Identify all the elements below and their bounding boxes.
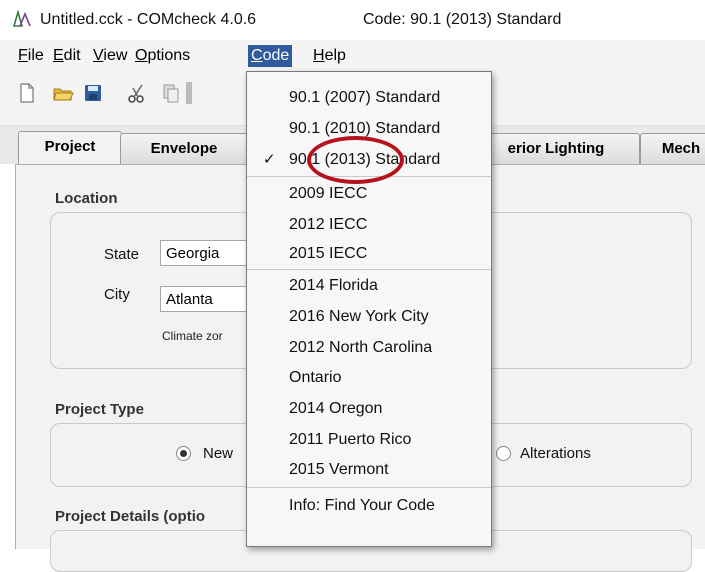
code-menu-item-label: 2015 Vermont — [289, 461, 389, 478]
code-menu-item-label: 2011 Puerto Rico — [289, 431, 412, 448]
code-menu-item-label: 2015 IECC — [289, 245, 368, 262]
title-bar: Untitled.cck - COMcheck 4.0.6 Code: 90.1… — [0, 0, 705, 40]
menu-code[interactable]: Code — [248, 45, 293, 67]
code-menu-item-2014-florida[interactable]: 2014 Florida — [247, 270, 491, 301]
tab-envelope[interactable]: Envelope — [120, 133, 248, 164]
code-menu-item-2011-puerto-rico[interactable]: 2011 Puerto Rico — [247, 424, 491, 455]
project-type-new-radio[interactable] — [176, 446, 191, 461]
tab-project[interactable]: Project — [18, 131, 122, 164]
menu-bar: File Edit View Options Code Help — [0, 40, 705, 70]
code-menu-item-label: 2016 New York City — [289, 308, 429, 325]
menu-view[interactable]: View — [90, 45, 130, 67]
project-type-alterations-label: Alterations — [520, 445, 591, 462]
open-folder-icon[interactable] — [52, 82, 74, 104]
city-value: Atlanta — [166, 291, 213, 308]
menu-help[interactable]: Help — [310, 45, 349, 67]
window-title: Untitled.cck - COMcheck 4.0.6 — [40, 11, 257, 28]
code-menu-item-label: 2012 IECC — [289, 216, 368, 233]
checkmark-icon: ✓ — [263, 151, 276, 168]
code-menu-item-label: Info: Find Your Code — [289, 497, 435, 514]
code-menu-item-label: 90.1 (2007) Standard — [289, 89, 441, 106]
state-label: State — [104, 246, 140, 263]
city-select[interactable]: Atlanta — [160, 286, 250, 312]
code-status: Code: 90.1 (2013) Standard — [363, 11, 562, 28]
code-menu-item-label: 2014 Florida — [289, 277, 378, 294]
code-menu-item-2014-oregon[interactable]: 2014 Oregon — [247, 393, 491, 424]
menu-separator — [247, 487, 491, 488]
city-label: City — [104, 286, 130, 303]
menu-edit[interactable]: Edit — [50, 45, 84, 67]
copy-icon[interactable] — [160, 82, 182, 104]
code-menu-item-2016-new-york-city[interactable]: 2016 New York City — [247, 301, 491, 332]
state-value: Georgia — [166, 245, 220, 262]
save-icon[interactable] — [82, 82, 104, 104]
comcheck-logo-icon — [12, 10, 31, 27]
menu-file[interactable]: File — [15, 45, 47, 67]
project-type-alterations-radio[interactable] — [496, 446, 511, 461]
climate-zone-label: Climate zor — [162, 329, 223, 343]
code-menu-item-90-1-2007[interactable]: 90.1 (2007) Standard — [247, 82, 491, 113]
project-type-label: Project Type — [55, 401, 144, 418]
toolbar-icon-partial — [186, 82, 192, 104]
project-type-new-label: New — [203, 445, 234, 462]
state-select[interactable]: Georgia — [160, 240, 250, 266]
code-menu-item-2015-vermont[interactable]: 2015 Vermont — [247, 454, 491, 485]
cut-icon[interactable] — [126, 82, 148, 104]
project-details-label: Project Details (optio — [55, 508, 206, 525]
code-menu-item-info-find-your-code[interactable]: Info: Find Your Code — [247, 490, 491, 521]
menu-options[interactable]: Options — [132, 45, 193, 67]
location-label: Location — [55, 190, 118, 207]
annotation-circle — [307, 136, 404, 184]
code-menu-item-label: 2014 Oregon — [289, 400, 383, 417]
code-menu-item-2015-iecc[interactable]: 2015 IECC — [247, 238, 491, 269]
code-menu-item-label: 2012 North Carolina — [289, 339, 433, 356]
code-menu-item-label: Ontario — [289, 369, 342, 386]
new-file-icon[interactable] — [16, 82, 38, 104]
tab-interior-lighting[interactable]: erior Lighting — [472, 133, 640, 164]
tab-mechanical[interactable]: Mech — [640, 133, 705, 164]
code-menu-item-2012-iecc[interactable]: 2012 IECC — [247, 209, 491, 240]
code-menu-item-2012-north-carolina[interactable]: 2012 North Carolina — [247, 332, 491, 363]
code-menu-item-ontario[interactable]: Ontario — [247, 362, 491, 393]
